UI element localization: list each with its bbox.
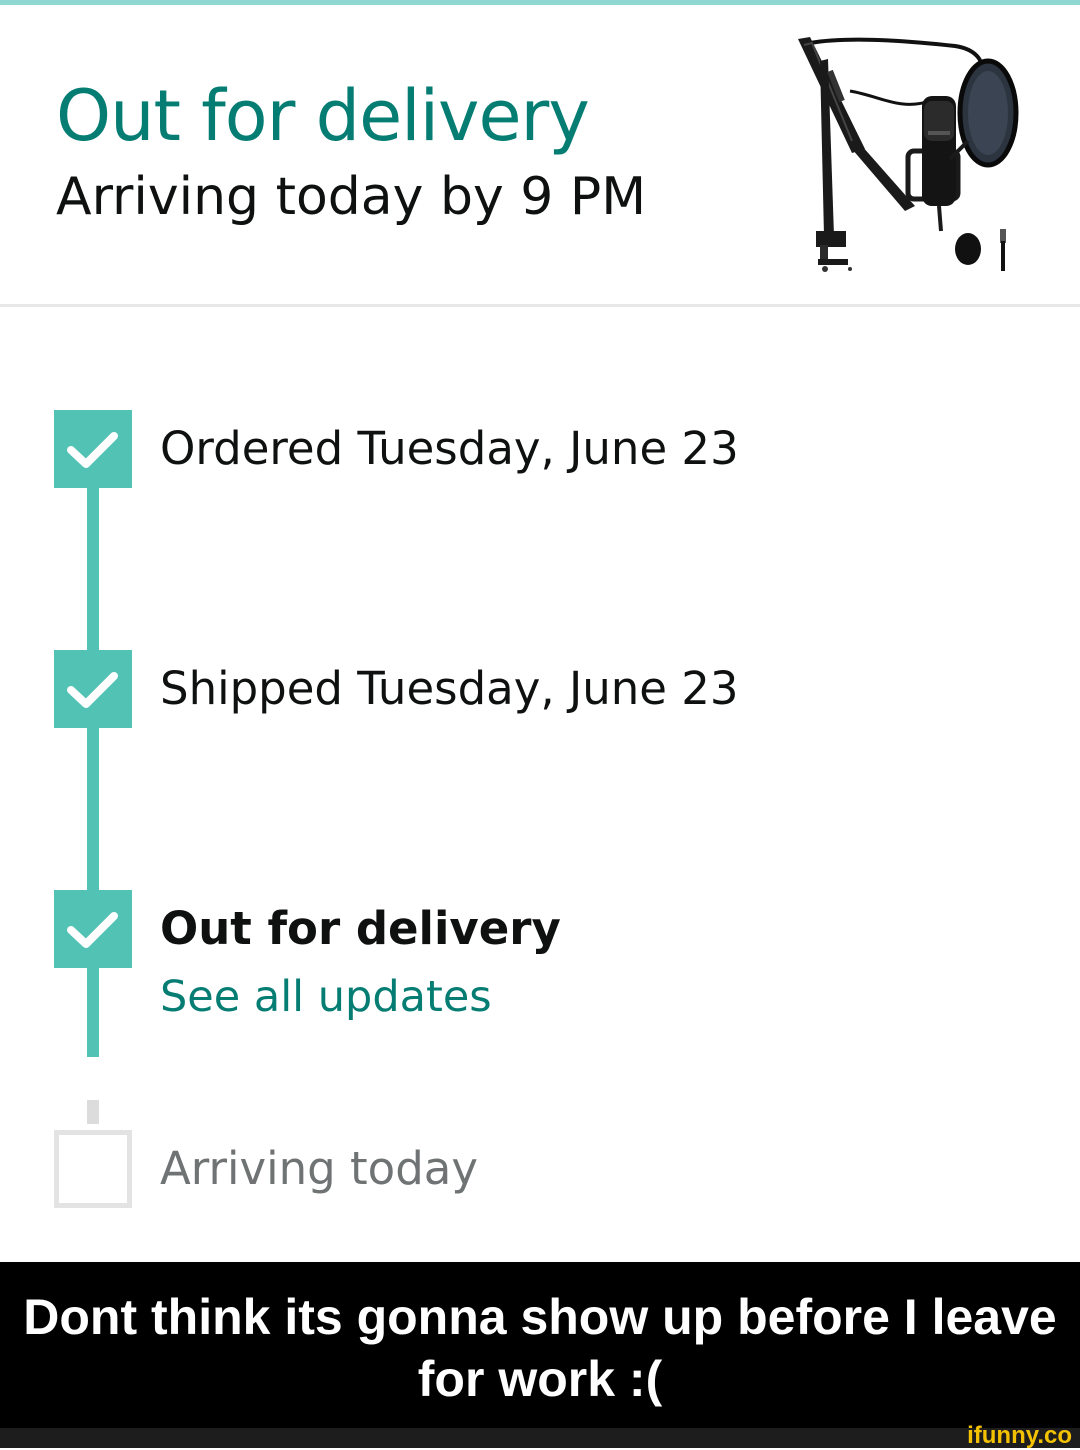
delivery-status-title: Out for delivery	[56, 75, 590, 157]
step-out-for-delivery-checkbox	[54, 890, 132, 968]
delivery-status-header: Out for delivery Arriving today by 9 PM	[0, 5, 1080, 304]
checkmark-icon	[67, 432, 118, 468]
step-shipped-label: Shipped Tuesday, June 23	[160, 662, 739, 715]
step-arriving-label: Arriving today	[160, 1142, 478, 1195]
bottom-bar	[0, 1428, 1080, 1448]
step-ordered-label: Ordered Tuesday, June 23	[160, 422, 739, 475]
step-out-for-delivery-label: Out for delivery	[160, 902, 561, 955]
section-divider	[0, 304, 1080, 307]
timeline-pending-line	[87, 1100, 99, 1124]
caption-band: Dont think its gonna show up before I le…	[0, 1262, 1080, 1428]
caption-line-2: for work :(	[417, 1351, 663, 1407]
step-arriving-checkbox	[54, 1130, 132, 1208]
see-all-updates-link[interactable]: See all updates	[160, 972, 492, 1022]
ifunny-watermark: ifunny.co	[967, 1422, 1072, 1449]
microphone-boom-arm-icon	[798, 37, 1019, 272]
meme-caption: Dont think its gonna show up before I le…	[10, 1286, 1070, 1410]
product-thumbnail[interactable]	[790, 31, 1030, 276]
step-shipped-checkbox	[54, 650, 132, 728]
caption-line-1: Dont think its gonna show up before I le…	[23, 1289, 1057, 1345]
arrival-estimate: Arriving today by 9 PM	[56, 167, 647, 227]
checkmark-icon	[67, 672, 118, 708]
timeline-progress-line	[87, 486, 99, 1057]
checkmark-icon	[67, 912, 118, 948]
step-ordered-checkbox	[54, 410, 132, 488]
